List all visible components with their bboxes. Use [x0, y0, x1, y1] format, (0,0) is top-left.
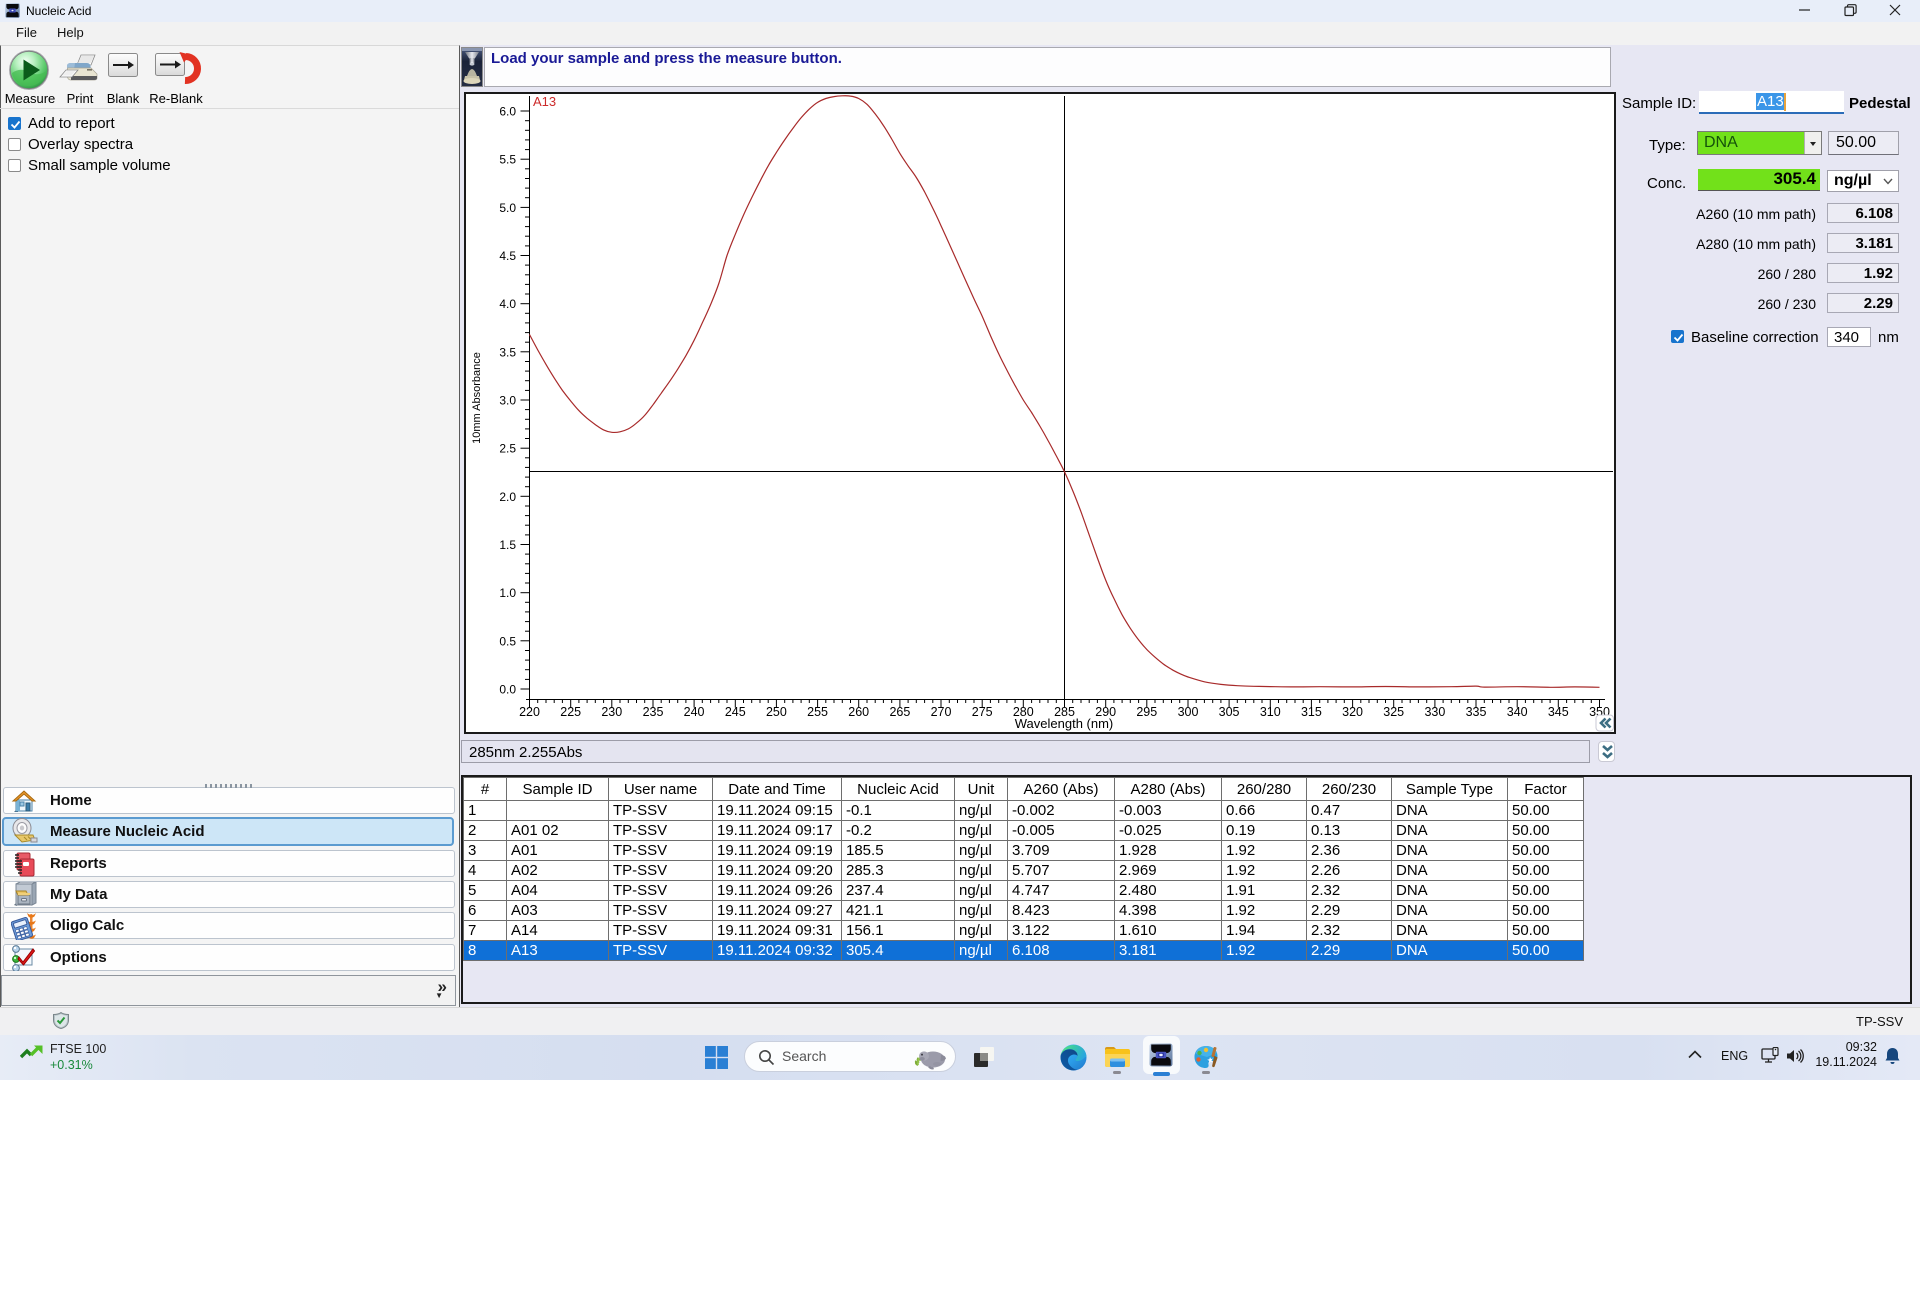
- svg-text:3.0: 3.0: [499, 394, 516, 408]
- svg-text:2.0: 2.0: [499, 490, 516, 504]
- svg-text:220: 220: [519, 705, 540, 719]
- svg-text:305: 305: [1219, 705, 1240, 719]
- svg-text:345: 345: [1548, 705, 1569, 719]
- svg-text:330: 330: [1424, 705, 1445, 719]
- svg-text:A13: A13: [533, 94, 556, 109]
- svg-text:255: 255: [807, 705, 828, 719]
- svg-text:335: 335: [1466, 705, 1487, 719]
- svg-text:1.5: 1.5: [499, 538, 516, 552]
- svg-text:2.5: 2.5: [499, 442, 516, 456]
- svg-text:6.0: 6.0: [499, 105, 516, 119]
- svg-text:5.5: 5.5: [499, 153, 516, 167]
- svg-text:3.5: 3.5: [499, 345, 516, 359]
- svg-text:225: 225: [560, 705, 581, 719]
- svg-text:Wavelength (nm): Wavelength (nm): [1015, 716, 1114, 731]
- svg-text:4.5: 4.5: [499, 249, 516, 263]
- svg-text:0.0: 0.0: [499, 683, 516, 697]
- svg-text:230: 230: [601, 705, 622, 719]
- svg-text:245: 245: [725, 705, 746, 719]
- svg-text:10mm Absorbance: 10mm Absorbance: [471, 352, 483, 444]
- svg-text:235: 235: [643, 705, 664, 719]
- svg-text:310: 310: [1260, 705, 1281, 719]
- svg-text:265: 265: [889, 705, 910, 719]
- svg-text:300: 300: [1178, 705, 1199, 719]
- svg-text:295: 295: [1136, 705, 1157, 719]
- svg-text:1.0: 1.0: [499, 586, 516, 600]
- svg-text:315: 315: [1301, 705, 1322, 719]
- svg-text:275: 275: [972, 705, 993, 719]
- svg-text:240: 240: [684, 705, 705, 719]
- svg-text:320: 320: [1342, 705, 1363, 719]
- svg-text:250: 250: [766, 705, 787, 719]
- svg-text:325: 325: [1383, 705, 1404, 719]
- svg-text:0.5: 0.5: [499, 634, 516, 648]
- svg-text:260: 260: [848, 705, 869, 719]
- svg-text:4.0: 4.0: [499, 297, 516, 311]
- svg-text:270: 270: [931, 705, 952, 719]
- svg-text:340: 340: [1507, 705, 1528, 719]
- svg-text:5.0: 5.0: [499, 201, 516, 215]
